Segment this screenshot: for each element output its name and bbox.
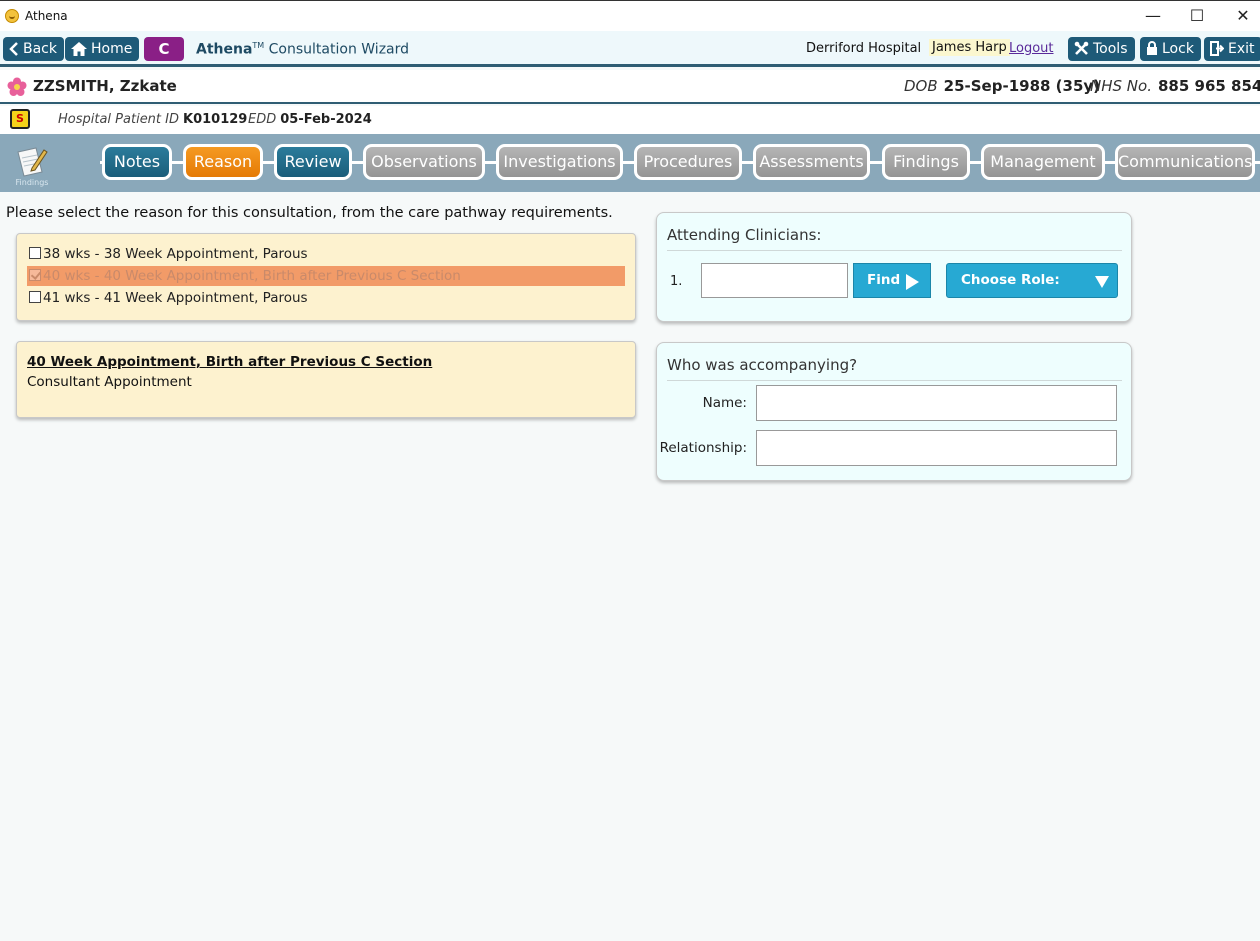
patient-dob: DOB 25-Sep-1988 (35y): [904, 77, 1100, 95]
findings-notepad-icon[interactable]: Findings: [12, 144, 52, 188]
accompanying-relationship-input[interactable]: [756, 430, 1117, 466]
tab-review[interactable]: Review: [274, 144, 352, 180]
reason-detail-title: 40 Week Appointment, Birth after Previou…: [27, 354, 433, 370]
patient-name: ZZSMITH, Zzkate: [33, 77, 177, 95]
find-clinician-button[interactable]: Find: [853, 263, 931, 298]
logout-link[interactable]: Logout: [1009, 41, 1054, 56]
patient-banner: ZZSMITH, Zzkate DOB 25-Sep-1988 (35y) NHS…: [0, 70, 1260, 104]
home-button[interactable]: Home: [65, 37, 140, 61]
exit-button[interactable]: Exit: [1204, 37, 1260, 61]
window-titlebar: Athena — ☐ ✕: [0, 0, 1260, 31]
tab-management[interactable]: Management: [981, 144, 1105, 180]
reason-checkbox[interactable]: [29, 291, 41, 303]
tools-icon: [1074, 41, 1089, 55]
findings-icon-caption: Findings: [15, 178, 49, 187]
reason-option-label: 41 wks - 41 Week Appointment, Parous: [43, 290, 308, 306]
tools-label: Tools: [1093, 41, 1128, 57]
reason-option-41wks[interactable]: 41 wks - 41 Week Appointment, Parous: [27, 288, 625, 308]
choose-role-label: Choose Role:: [961, 272, 1060, 288]
lock-icon: [1147, 41, 1157, 55]
edd-value: 05-Feb-2024: [280, 112, 372, 127]
tab-communications[interactable]: Communications: [1115, 144, 1255, 180]
tab-procedures[interactable]: Procedures: [634, 144, 742, 180]
flower-icon: [7, 77, 27, 96]
exit-label: Exit: [1228, 41, 1255, 57]
accompanying-panel: Who was accompanying? Name: Relationship…: [656, 342, 1132, 481]
back-button[interactable]: Back: [3, 37, 64, 61]
notepad-pencil-icon: [17, 147, 48, 177]
reason-option-40wks[interactable]: 40 wks - 40 Week Appointment, Birth afte…: [27, 266, 625, 286]
dob-label: DOB: [904, 77, 938, 95]
home-icon: [71, 42, 87, 56]
reason-option-38wks[interactable]: 38 wks - 38 Week Appointment, Parous: [27, 244, 625, 264]
tools-button[interactable]: Tools: [1068, 37, 1135, 61]
find-label: Find: [867, 272, 901, 288]
choose-role-dropdown[interactable]: Choose Role:: [946, 263, 1118, 298]
divider: [667, 380, 1122, 381]
hospital-patient-id: Hospital Patient ID K010129: [58, 112, 247, 127]
attending-clinicians-heading: Attending Clinicians:: [667, 226, 822, 244]
relationship-label: Relationship:: [659, 440, 747, 456]
maximize-button[interactable]: ☐: [1182, 5, 1212, 27]
dropdown-arrow-icon: [1095, 276, 1109, 288]
lock-label: Lock: [1162, 41, 1194, 57]
reason-detail-panel: 40 Week Appointment, Birth after Previou…: [16, 341, 636, 418]
app-header: Back Home C AthenaTM Consultation Wizard…: [0, 31, 1260, 67]
back-label: Back: [23, 41, 57, 57]
tab-assessments[interactable]: Assessments: [753, 144, 870, 180]
patient-nhs-number: NHS No. 885 965 8543: [1090, 77, 1260, 95]
hospital-name: Derriford Hospital: [806, 41, 922, 56]
nhs-label: NHS No.: [1090, 77, 1152, 95]
accompanying-name-input[interactable]: [756, 385, 1117, 421]
hpid-label: Hospital Patient ID: [58, 112, 179, 127]
patient-subbar: S Hospital Patient ID K010129 EDD 05-Feb-2…: [0, 106, 1260, 134]
chevron-left-icon: [9, 42, 18, 56]
reason-options-panel: 38 wks - 38 Week Appointment, Parous 40 …: [16, 233, 636, 321]
close-window-button[interactable]: ✕: [1228, 5, 1258, 27]
app-name: Athena: [196, 41, 253, 58]
name-label: Name:: [702, 395, 747, 411]
nhs-value: 885 965 8543: [1157, 77, 1260, 95]
accompanying-heading: Who was accompanying?: [667, 356, 858, 374]
tab-observations[interactable]: Observations: [363, 144, 485, 180]
tab-notes[interactable]: Notes: [102, 144, 172, 180]
home-label: Home: [91, 41, 133, 57]
divider: [667, 250, 1122, 251]
hpid-value: K010129: [183, 112, 248, 127]
attending-clinicians-panel: Attending Clinicians: 1. Find Choose Rol…: [656, 212, 1132, 322]
minimize-button[interactable]: —: [1138, 5, 1168, 27]
lock-button[interactable]: Lock: [1140, 37, 1201, 61]
app-trademark: TM: [252, 41, 265, 50]
clinician-row-number: 1.: [670, 274, 683, 289]
dob-value: 25-Sep-1988 (35y): [943, 77, 1101, 95]
tab-investigations[interactable]: Investigations: [496, 144, 623, 180]
tab-findings[interactable]: Findings: [882, 144, 970, 180]
s-badge-icon[interactable]: S: [10, 109, 30, 129]
reason-option-label: 40 wks - 40 Week Appointment, Birth afte…: [43, 268, 461, 284]
reason-checkbox[interactable]: [29, 247, 41, 259]
play-arrow-icon: [906, 274, 919, 290]
edd-label: EDD: [248, 112, 277, 127]
reason-detail-subtitle: Consultant Appointment: [27, 374, 192, 390]
reason-option-label: 38 wks - 38 Week Appointment, Parous: [43, 246, 308, 262]
window-title: Athena: [25, 9, 68, 23]
exit-icon: [1210, 41, 1225, 56]
user-name: James Harp: [929, 39, 1010, 56]
wizard-title: AthenaTM Consultation Wizard: [196, 41, 409, 58]
wizard-title-text: Consultation Wizard: [268, 41, 410, 58]
clinician-search-input[interactable]: [701, 263, 848, 298]
edd: EDD 05-Feb-2024: [248, 112, 372, 127]
reason-checkbox-checked[interactable]: [29, 269, 41, 281]
athena-app-icon: [5, 9, 19, 23]
c-button[interactable]: C: [144, 37, 184, 61]
tab-reason[interactable]: Reason: [183, 144, 263, 180]
reason-prompt: Please select the reason for this consul…: [6, 205, 613, 221]
